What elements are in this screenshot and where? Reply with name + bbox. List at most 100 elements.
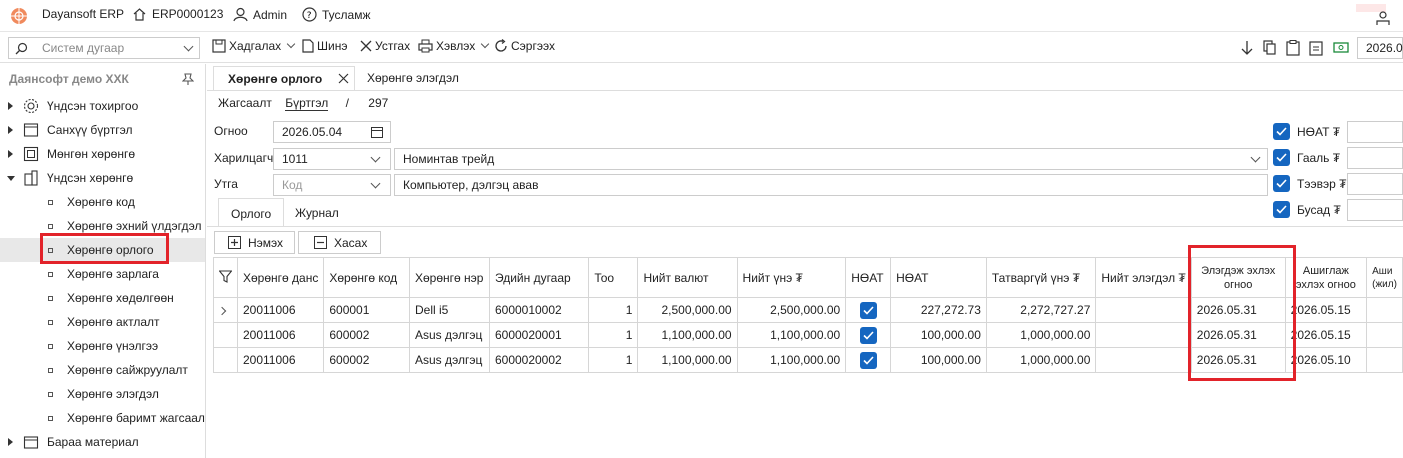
delete-button[interactable]: Устгах	[360, 39, 410, 53]
cell-extra[interactable]	[1366, 297, 1403, 323]
sidebar-item-asset-documents[interactable]: Хөрөнгө баримт жагсаал	[0, 406, 205, 430]
cell-total-depreciation[interactable]	[1095, 347, 1192, 373]
date-field[interactable]: 2026.05.04	[273, 121, 391, 143]
column-header-usage-start[interactable]: Ашиглаж эхлэх огноо	[1284, 257, 1368, 298]
cell-asset-code[interactable]: 600001	[323, 297, 410, 323]
column-header[interactable]: Хөрөнгө данс	[236, 257, 325, 298]
column-header[interactable]: НӨАТ	[845, 257, 892, 298]
account-settings-icon[interactable]	[1375, 10, 1391, 26]
cell-vat-checkbox[interactable]	[845, 347, 892, 373]
cell-asset-name[interactable]: Asus дэлгэц	[409, 347, 490, 373]
cell-vat[interactable]: 227,272.73	[890, 297, 987, 323]
cell-extra[interactable]	[1366, 322, 1403, 348]
filter-cell[interactable]	[213, 257, 238, 298]
chevron-down-icon[interactable]	[183, 41, 194, 52]
customs-checkbox[interactable]	[1273, 149, 1290, 166]
transport-checkbox[interactable]	[1273, 175, 1290, 192]
row-indicator[interactable]	[213, 347, 238, 373]
chevron-down-icon[interactable]	[370, 152, 381, 163]
sidebar-item-inventory[interactable]: Бараа материал	[0, 430, 205, 454]
column-header[interactable]: НӨАТ	[890, 257, 987, 298]
vat-amount-field[interactable]	[1347, 121, 1403, 143]
cell-account[interactable]: 20011006	[236, 347, 325, 373]
column-header[interactable]: Хөрөнгө код	[323, 257, 410, 298]
cell-total-price[interactable]: 2,500,000.00	[736, 297, 847, 323]
sidebar-item-asset-valuation[interactable]: Хөрөнгө үнэлгээ	[0, 334, 205, 358]
vat-checkbox[interactable]	[1273, 123, 1290, 140]
cell-usage-start[interactable]: 2026.05.10	[1284, 347, 1368, 373]
search-input[interactable]: Систем дугаар	[42, 41, 124, 55]
remove-row-button[interactable]: Хасах	[298, 231, 381, 254]
sidebar-item-asset-code[interactable]: Хөрөнгө код	[0, 190, 205, 214]
add-row-button[interactable]: Нэмэх	[214, 231, 295, 254]
column-header[interactable]: Татваргүй үнэ ₮	[985, 257, 1097, 298]
column-header[interactable]: Аши (жил)	[1366, 257, 1403, 298]
cell-vat[interactable]: 100,000.00	[890, 322, 987, 348]
sidebar-item-asset-improvement[interactable]: Хөрөнгө сайжруулалт	[0, 358, 205, 382]
sidebar-item-asset-depreciation[interactable]: Хөрөнгө элэгдэл	[0, 382, 205, 406]
description-field[interactable]: Компьютер, дэлгэц авав	[394, 174, 1268, 196]
cell-total-currency[interactable]: 2,500,000.00	[637, 297, 738, 323]
cell-total-depreciation[interactable]	[1095, 322, 1192, 348]
print-button[interactable]: Хэвлэх	[418, 39, 492, 53]
sidebar-item-settings[interactable]: Үндсэн тохиргоо	[0, 94, 205, 118]
sidebar-item-asset-writeoff[interactable]: Хөрөнгө актлалт	[0, 310, 205, 334]
breadcrumb-list[interactable]: Жагсаалт	[218, 96, 272, 110]
tab-asset-depreciation[interactable]: Хөрөнгө элэгдэл	[355, 66, 475, 91]
breadcrumb-register[interactable]: Бүртгэл	[285, 96, 329, 111]
column-header[interactable]: Тоо	[588, 257, 639, 298]
cell-item-number[interactable]: 6000020002	[488, 347, 590, 373]
cell-total-price[interactable]: 1,100,000.00	[736, 322, 847, 348]
cell-net-price[interactable]: 1,000,000.00	[985, 347, 1097, 373]
help-link[interactable]: ? Тусламж	[302, 7, 370, 22]
cell-total-currency[interactable]: 1,100,000.00	[637, 322, 738, 348]
new-button[interactable]: Шинэ	[302, 39, 347, 53]
cell-account[interactable]: 20011006	[236, 297, 325, 323]
cell-item-number[interactable]: 6000020001	[488, 322, 590, 348]
money-icon[interactable]	[1333, 41, 1349, 54]
cell-item-number[interactable]: 6000010002	[488, 297, 590, 323]
cell-asset-code[interactable]: 600002	[323, 322, 410, 348]
description-code-field[interactable]: Код	[273, 174, 391, 196]
cell-vat-checkbox[interactable]	[845, 322, 892, 348]
cell-usage-start[interactable]: 2026.05.15	[1284, 297, 1368, 323]
sidebar-item-asset-expense[interactable]: Хөрөнгө зарлага	[0, 262, 205, 286]
cell-total-price[interactable]: 1,100,000.00	[736, 347, 847, 373]
user-menu[interactable]: Admin	[233, 7, 287, 22]
pin-icon[interactable]	[182, 73, 194, 86]
chevron-down-icon[interactable]	[1250, 152, 1261, 163]
other-checkbox[interactable]	[1273, 201, 1290, 218]
tab-income[interactable]: Орлого	[218, 198, 284, 227]
cell-vat[interactable]: 100,000.00	[890, 347, 987, 373]
cell-extra[interactable]	[1366, 347, 1403, 373]
close-icon[interactable]	[338, 73, 349, 84]
cell-usage-start[interactable]: 2026.05.15	[1284, 322, 1368, 348]
refresh-button[interactable]: Сэргээх	[494, 39, 555, 53]
cell-quantity[interactable]: 1	[588, 297, 639, 323]
paste-icon[interactable]	[1286, 40, 1300, 56]
sidebar-item-asset-movement[interactable]: Хөрөнгө хөдөлгөөн	[0, 286, 205, 310]
chevron-down-icon[interactable]	[480, 39, 490, 49]
copy-icon[interactable]	[1263, 40, 1277, 56]
cell-quantity[interactable]: 1	[588, 347, 639, 373]
cell-asset-code[interactable]: 600002	[323, 347, 410, 373]
tab-asset-income[interactable]: Хөрөнгө орлого	[213, 66, 355, 91]
column-header[interactable]: Хөрөнгө нэр	[409, 257, 490, 298]
cell-account[interactable]: 20011006	[236, 322, 325, 348]
cell-total-depreciation[interactable]	[1095, 297, 1192, 323]
column-header[interactable]: Нийт элэгдэл ₮	[1095, 257, 1192, 298]
erp-code[interactable]: ERP0000123	[132, 7, 223, 21]
period-field[interactable]: 2026.05	[1357, 37, 1403, 59]
sidebar-item-cash[interactable]: Мөнгөн хөрөнгө	[0, 142, 205, 166]
clipboard-icon[interactable]	[1309, 40, 1323, 56]
cell-net-price[interactable]: 2,272,727.27	[985, 297, 1097, 323]
partner-code-field[interactable]: 1011	[273, 148, 391, 170]
column-header[interactable]: Нийт үнэ ₮	[736, 257, 847, 298]
cell-vat-checkbox[interactable]	[845, 297, 892, 323]
system-search[interactable]: Систем дугаар	[8, 37, 200, 59]
row-indicator[interactable]	[213, 297, 238, 323]
save-button[interactable]: Хадгалах	[212, 39, 298, 53]
cell-total-currency[interactable]: 1,100,000.00	[637, 347, 738, 373]
column-header[interactable]: Эдийн дугаар	[488, 257, 590, 298]
column-header[interactable]: Нийт валют	[637, 257, 738, 298]
